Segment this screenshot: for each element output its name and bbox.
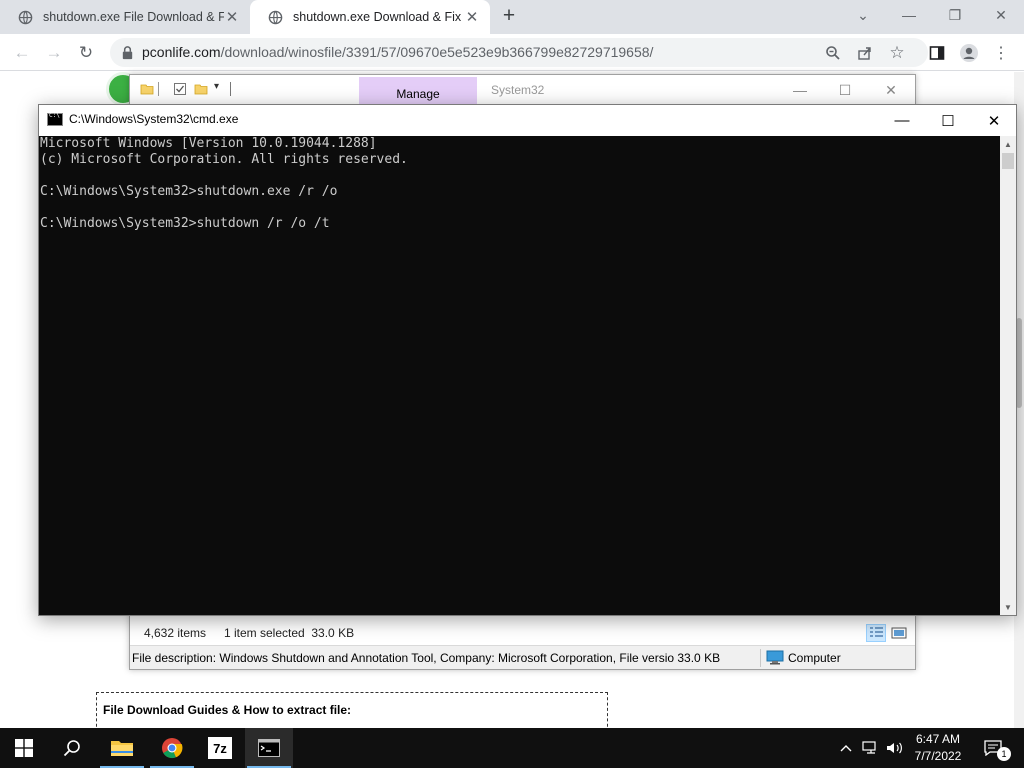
share-icon[interactable]: [855, 43, 875, 63]
address-bar[interactable]: pconlife.com/download/winosfile/3391/57/…: [110, 38, 928, 67]
close-button[interactable]: ✕: [978, 0, 1024, 30]
chrome-menu-icon[interactable]: ⋮: [989, 41, 1013, 65]
lock-icon[interactable]: [120, 45, 135, 60]
volume-icon[interactable]: [884, 728, 906, 768]
cmd-titlebar[interactable]: C:\Windows\System32\cmd.exe ― ☐ ✕: [39, 105, 1016, 136]
taskbar-cmd[interactable]: [245, 728, 293, 768]
cmd-app-icon: [47, 112, 63, 126]
tab-search-chevron-icon[interactable]: ⌄: [840, 0, 886, 30]
cmd-scrollbar[interactable]: ▲ ▼: [1000, 136, 1016, 615]
explorer-window-title: System32: [491, 83, 545, 97]
tab-close-icon[interactable]: ✕: [224, 8, 240, 26]
explorer-status-bar: 4,632 items 1 item selected 33.0 KB: [130, 621, 915, 645]
back-arrow-icon[interactable]: ←: [10, 41, 34, 65]
console-line: C:\Windows\System32>shutdown.exe /r /o: [40, 184, 338, 199]
scroll-down-arrow-icon[interactable]: ▼: [1000, 599, 1016, 615]
minimize-button[interactable]: ―: [886, 0, 932, 30]
url-host: pconlife.com: [142, 44, 221, 60]
browser-tab-2[interactable]: shutdown.exe Download & Fix Fi ✕: [250, 0, 490, 34]
zoom-icon[interactable]: [823, 43, 843, 63]
bookmark-star-icon[interactable]: ☆: [887, 43, 907, 63]
browser-tab-strip: shutdown.exe File Download & F ✕ shutdow…: [0, 0, 1024, 34]
cmd-window: C:\Windows\System32\cmd.exe ― ☐ ✕ Micros…: [38, 104, 1017, 616]
clock-date: 7/7/2022: [914, 749, 962, 763]
download-guides-box: File Download Guides & How to extract fi…: [96, 692, 608, 728]
explorer-maximize-button[interactable]: ☐: [830, 79, 860, 101]
7zip-icon-label: 7z: [213, 740, 227, 756]
customize-toolbar-chevron-icon[interactable]: ▾: [214, 81, 219, 92]
explorer-close-button[interactable]: ✕: [876, 79, 906, 101]
browser-tab-1[interactable]: shutdown.exe File Download & F ✕: [0, 0, 251, 34]
location-label: Computer: [788, 651, 841, 665]
windows-logo-icon: [15, 739, 33, 757]
notification-count-badge: 1: [997, 747, 1011, 761]
new-tab-button[interactable]: +: [498, 5, 520, 28]
large-icons-view-icon: [891, 627, 907, 639]
cmd-minimize-button[interactable]: ―: [879, 105, 925, 136]
search-button[interactable]: [48, 728, 96, 768]
large-icons-view-button[interactable]: [889, 624, 909, 642]
forward-arrow-icon[interactable]: →: [42, 41, 66, 65]
console-line: (c) Microsoft Corporation. All rights re…: [40, 152, 408, 167]
taskbar-chrome[interactable]: [148, 728, 196, 768]
file-description: File description: Windows Shutdown and A…: [132, 651, 721, 665]
computer-icon: [766, 650, 784, 665]
status-selection: 1 item selected 33.0 KB: [224, 626, 355, 640]
details-view-button[interactable]: [866, 624, 886, 642]
tab-title: shutdown.exe File Download & F: [43, 10, 224, 24]
clock-time: 6:47 AM: [915, 732, 961, 746]
tab-manage[interactable]: Manage: [359, 77, 477, 105]
globe-icon: [18, 10, 33, 24]
browser-toolbar: ← → ↻ pconlife.com/download/winosfile/33…: [0, 34, 1024, 71]
windows-taskbar: 7z 6:47 AM 7/7/2022 1: [0, 728, 1024, 768]
explorer-details-bar: File description: Windows Shutdown and A…: [130, 645, 915, 669]
url-path: /download/winosfile/3391/57/09670e5e523e…: [220, 44, 654, 60]
chrome-icon: [162, 738, 183, 759]
cmd-console-output[interactable]: Microsoft Windows [Version 10.0.19044.12…: [39, 136, 1000, 615]
search-icon: [63, 740, 80, 757]
reload-icon[interactable]: ↻: [74, 41, 98, 65]
title-divider: [230, 82, 231, 96]
taskbar-file-explorer[interactable]: [98, 728, 146, 768]
taskbar-clock[interactable]: 6:47 AM 7/7/2022: [904, 731, 972, 765]
file-explorer-icon: [111, 741, 133, 756]
quick-access-divider: [158, 82, 159, 96]
properties-check-icon[interactable]: [173, 82, 187, 96]
guides-heading: File Download Guides & How to extract fi…: [103, 703, 352, 717]
side-panel-icon[interactable]: [925, 41, 949, 65]
explorer-minimize-button[interactable]: ―: [785, 79, 815, 101]
restore-button[interactable]: ❐: [932, 0, 978, 30]
taskbar-7zip[interactable]: 7z: [196, 728, 244, 768]
cmd-icon: [258, 739, 280, 757]
explorer-titlebar: ▾ Manage System32 ― ☐ ✕: [130, 75, 915, 105]
cmd-scrollbar-thumb[interactable]: [1002, 153, 1014, 169]
cmd-close-button[interactable]: ✕: [971, 105, 1017, 136]
show-hidden-icons-chevron-icon[interactable]: [836, 728, 856, 768]
globe-icon: [268, 10, 283, 24]
details-view-icon: [870, 627, 883, 637]
7zip-icon: 7z: [208, 737, 232, 759]
status-item-count: 4,632 items: [144, 626, 207, 640]
folder-icon[interactable]: [140, 82, 154, 96]
console-input-line[interactable]: C:\Windows\System32>shutdown /r /o /t: [39, 216, 1000, 232]
url-text[interactable]: pconlife.com/download/winosfile/3391/57/…: [142, 44, 653, 60]
tab-title: shutdown.exe Download & Fix Fi: [293, 10, 464, 24]
scroll-up-arrow-icon[interactable]: ▲: [1000, 136, 1016, 152]
profile-avatar-icon[interactable]: [957, 41, 981, 65]
network-icon[interactable]: [860, 728, 882, 768]
cmd-maximize-button[interactable]: ☐: [925, 105, 971, 136]
cmd-window-title: C:\Windows\System32\cmd.exe: [69, 112, 239, 126]
new-folder-icon[interactable]: [194, 82, 208, 96]
details-divider: [760, 649, 761, 667]
start-button[interactable]: [0, 728, 48, 768]
tab-close-icon[interactable]: ✕: [464, 8, 480, 26]
console-line: Microsoft Windows [Version 10.0.19044.12…: [40, 136, 377, 151]
